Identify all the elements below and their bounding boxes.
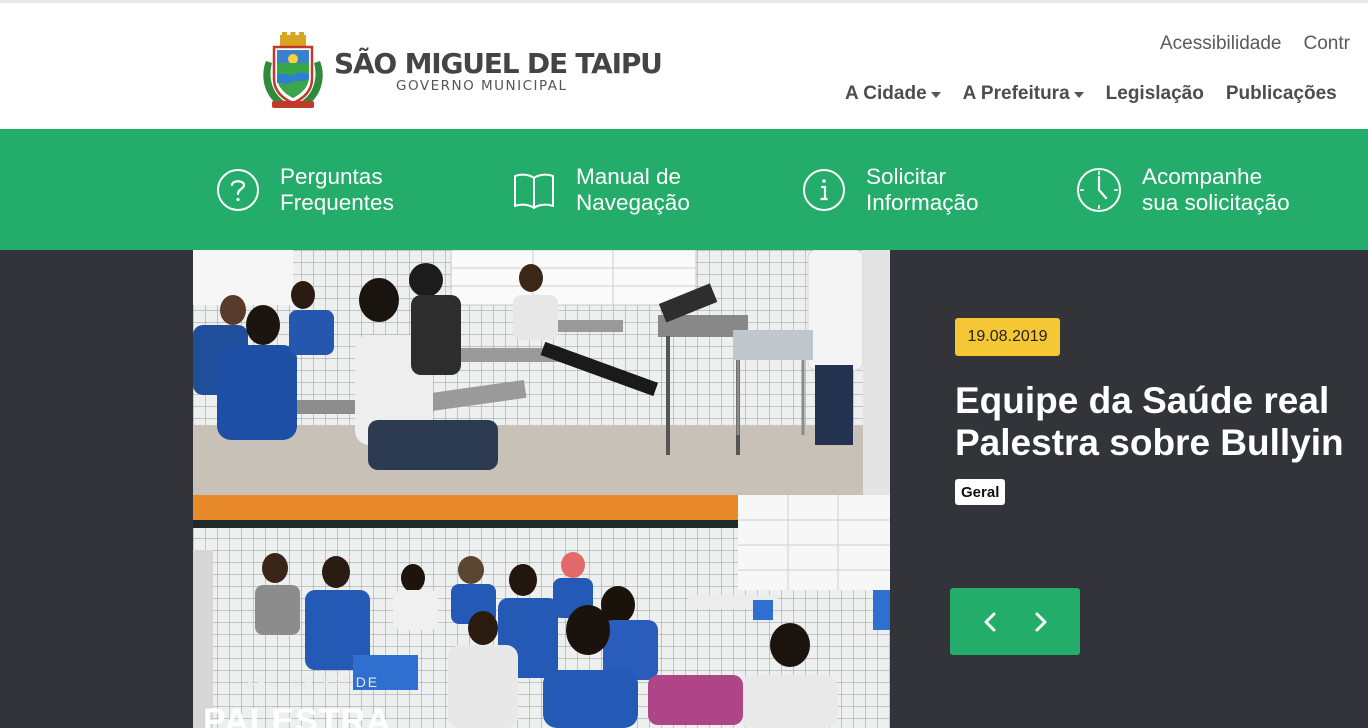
news-date-badge: 19.08.2019 xyxy=(955,318,1060,356)
nav-item-label: Legislação xyxy=(1105,83,1204,104)
caret-down-icon xyxy=(1073,92,1084,98)
faq-link[interactable]: Perguntas Frequentes xyxy=(216,129,394,250)
site-title: SÃO MIGUEL DE TAIPU xyxy=(334,46,663,80)
nav-item-a-prefeitura[interactable]: A Prefeitura xyxy=(963,83,1084,105)
track-request-link[interactable]: Acompanhe sua solicitação xyxy=(1076,129,1290,250)
news-headline[interactable]: Equipe da Saúde real Palestra sobre Bull… xyxy=(955,380,1368,464)
news-headline-line-1: Equipe da Saúde real xyxy=(955,380,1330,421)
clock-icon xyxy=(1077,167,1121,212)
photo-caption-big: PALESTRA xyxy=(203,702,392,728)
carousel-prev-button[interactable] xyxy=(970,597,1010,647)
news-headline-line-2: Palestra sobre Bullyin xyxy=(955,422,1344,463)
chevron-left-icon xyxy=(984,612,995,631)
carousel-next-button[interactable] xyxy=(1021,597,1061,647)
nav-item-a-cidade[interactable]: A Cidade xyxy=(845,83,941,105)
navigation-manual-link[interactable]: Manual de Navegação xyxy=(512,129,690,250)
open-book-icon xyxy=(514,173,554,209)
top-utility-nav: Acessibilidade Contr xyxy=(1160,33,1350,55)
main-nav: A Cidade A Prefeitura Legislação Publica… xyxy=(845,83,1337,105)
site-header: SÃO MIGUEL DE TAIPU GOVERNO MUNICIPAL Ac… xyxy=(0,0,1368,129)
contrast-link[interactable]: Contr xyxy=(1303,33,1349,55)
request-information-link[interactable]: Solicitar Informação xyxy=(802,129,979,250)
site-logo[interactable]: SÃO MIGUEL DE TAIPU GOVERNO MUNICIPAL xyxy=(258,31,663,111)
news-carousel: SEC. DE SAÚDE PALESTRA 19.08.2019 Equipe… xyxy=(0,250,1368,728)
caret-down-icon xyxy=(930,92,941,98)
nav-item-publicacoes[interactable]: Publicações xyxy=(1226,83,1337,105)
page: SÃO MIGUEL DE TAIPU GOVERNO MUNICIPAL Ac… xyxy=(0,0,1368,728)
photo-caption-small: SEC. DE SAÚDE xyxy=(245,674,380,690)
nav-item-legislacao[interactable]: Legislação xyxy=(1106,83,1204,105)
chevron-right-icon xyxy=(1035,612,1046,631)
news-photo[interactable]: SEC. DE SAÚDE PALESTRA xyxy=(193,250,890,728)
navigation-manual-label: Manual de Navegação xyxy=(576,163,690,215)
question-circle-icon xyxy=(217,168,259,211)
info-circle-icon xyxy=(803,168,845,211)
request-information-label: Solicitar Informação xyxy=(866,163,979,215)
nav-item-label: A Cidade xyxy=(845,83,927,104)
news-category-tag[interactable]: Geral xyxy=(955,479,1006,505)
coat-of-arms-icon xyxy=(263,32,323,108)
classroom-photo xyxy=(193,250,890,728)
track-request-label: Acompanhe sua solicitação xyxy=(1142,163,1290,215)
nav-item-label: A Prefeitura xyxy=(962,83,1070,104)
faq-label: Perguntas Frequentes xyxy=(280,163,394,215)
nav-item-label: Publicações xyxy=(1225,83,1337,104)
site-subtitle: GOVERNO MUNICIPAL xyxy=(396,77,568,94)
carousel-controls xyxy=(950,588,1080,655)
accessibility-link[interactable]: Acessibilidade xyxy=(1160,33,1281,55)
service-bar: Perguntas Frequentes Manual de Navegação… xyxy=(0,129,1368,250)
